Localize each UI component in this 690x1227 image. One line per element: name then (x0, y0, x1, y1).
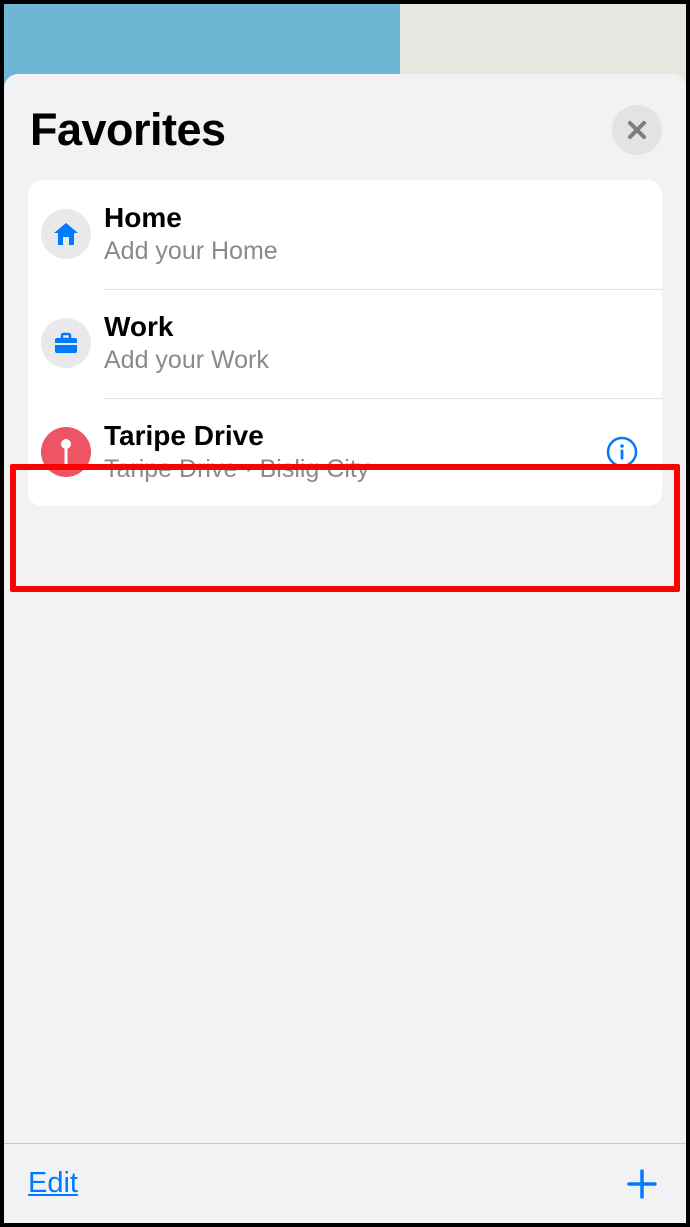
add-button[interactable] (622, 1164, 662, 1204)
row-icon-wrap (28, 427, 104, 477)
row-subtitle: Add your Home (104, 235, 646, 269)
sheet-header: Favorites (4, 74, 686, 180)
close-icon (626, 119, 648, 141)
home-icon (52, 220, 80, 248)
row-text: Work Add your Work (104, 309, 646, 378)
close-button[interactable] (612, 105, 662, 155)
favorites-sheet: Favorites Home Add yo (4, 74, 686, 1223)
page-title: Favorites (30, 104, 226, 156)
briefcase-icon (52, 329, 80, 357)
row-subtitle: Taripe Drive · Bislig City (104, 453, 594, 487)
row-title: Work (104, 309, 646, 344)
info-icon (605, 435, 639, 469)
favorites-list: Home Add your Home Work (28, 180, 662, 506)
work-icon-circle (41, 318, 91, 368)
favorite-row-taripe-drive[interactable]: Taripe Drive Taripe Drive · Bislig City (28, 398, 662, 507)
plus-icon (625, 1167, 659, 1201)
pin-icon (58, 437, 74, 467)
favorite-row-work[interactable]: Work Add your Work (28, 289, 662, 398)
edit-button[interactable]: Edit (28, 1167, 78, 1200)
row-icon-wrap (28, 318, 104, 368)
pin-icon-circle (41, 427, 91, 477)
row-subtitle: Add your Work (104, 344, 646, 378)
home-icon-circle (41, 209, 91, 259)
row-text: Home Add your Home (104, 200, 646, 269)
row-title: Taripe Drive (104, 418, 594, 453)
bottom-toolbar: Edit (4, 1143, 686, 1223)
row-title: Home (104, 200, 646, 235)
info-button[interactable] (602, 432, 642, 472)
favorite-row-home[interactable]: Home Add your Home (28, 180, 662, 289)
row-text: Taripe Drive Taripe Drive · Bislig City (104, 418, 594, 487)
row-icon-wrap (28, 209, 104, 259)
